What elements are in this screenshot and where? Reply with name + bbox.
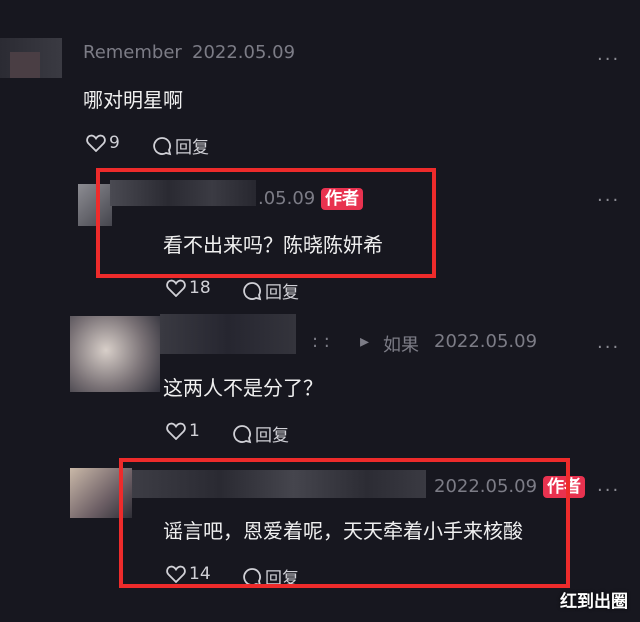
like-count: 9	[109, 133, 120, 153]
username-blurred	[160, 314, 296, 354]
watermark: 红到出圈	[560, 592, 628, 612]
reply-label: 回复	[265, 283, 299, 303]
comment-date: 2022.05.09	[434, 331, 538, 352]
comment-text: 这两人不是分了？	[163, 376, 323, 400]
like-button[interactable]: 9	[86, 133, 120, 153]
heart-icon	[166, 422, 186, 440]
comment-bubble-icon	[233, 424, 252, 443]
more-options-icon[interactable]: ···	[597, 480, 620, 501]
more-options-icon[interactable]: ···	[597, 337, 620, 358]
heart-icon	[86, 134, 106, 152]
highlight-frame	[96, 168, 436, 278]
comment-bubble-icon	[243, 281, 262, 300]
like-button[interactable]: 18	[166, 278, 211, 298]
comment-date: 2022.05.09	[192, 42, 296, 63]
reply-button[interactable]: 回复	[242, 278, 299, 303]
highlight-frame	[119, 458, 570, 588]
avatar	[10, 52, 40, 78]
like-count: 1	[189, 421, 200, 441]
comment-username[interactable]: Remember	[83, 42, 182, 63]
more-options-icon[interactable]: ···	[597, 49, 620, 70]
more-options-icon[interactable]: ···	[597, 190, 620, 211]
comment-text: 哪对明星啊	[83, 88, 183, 112]
reply-button[interactable]: 回复	[152, 133, 209, 158]
reply-to-user[interactable]: 如果	[383, 331, 419, 357]
avatar[interactable]	[70, 316, 160, 392]
reply-label: 回复	[175, 138, 209, 158]
reply-button[interactable]: 回复	[232, 421, 289, 446]
reply-separator: : :	[312, 331, 330, 352]
heart-icon	[166, 279, 186, 297]
reply-label: 回复	[255, 426, 289, 446]
reply-arrow-icon: ▸	[360, 331, 370, 352]
comment-bubble-icon	[153, 136, 172, 155]
like-button[interactable]: 1	[166, 421, 200, 441]
like-count: 18	[189, 278, 211, 298]
